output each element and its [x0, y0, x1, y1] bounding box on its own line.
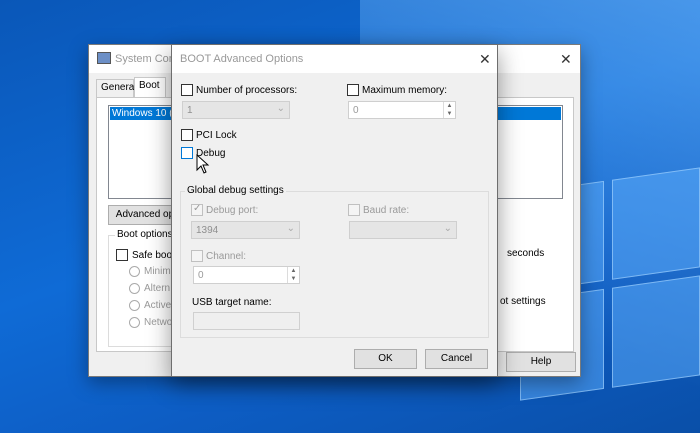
- radio-active-directory[interactable]: [129, 300, 140, 311]
- debug-port-value: 1394: [196, 225, 219, 236]
- number-of-processors-value: 1: [187, 105, 193, 116]
- tab-general[interactable]: General: [96, 79, 137, 97]
- timeout-seconds-label: seconds: [507, 248, 545, 259]
- cancel-button[interactable]: Cancel: [425, 349, 488, 369]
- spin-down-icon[interactable]: ▼: [444, 110, 455, 118]
- spin-up-icon[interactable]: ▲: [444, 102, 455, 110]
- global-debug-settings-label: Global debug settings: [185, 185, 286, 196]
- baud-rate-label: Baud rate:: [363, 205, 410, 216]
- ok-button[interactable]: OK: [354, 349, 417, 369]
- channel-stepper[interactable]: 0 ▲ ▼: [193, 266, 300, 284]
- channel-value: 0: [198, 270, 204, 281]
- safe-boot-label: Safe boo: [132, 250, 173, 261]
- channel-checkbox[interactable]: [191, 250, 203, 262]
- dialog-close-icon[interactable]: ✕: [479, 51, 491, 68]
- channel-spin-buttons: ▲ ▼: [287, 267, 299, 283]
- maximum-memory-spin-buttons: ▲ ▼: [443, 102, 455, 118]
- debug-port-combo[interactable]: 1394 ⌄: [191, 221, 300, 239]
- boot-advanced-options-dialog: BOOT Advanced Options ✕ Number of proces…: [171, 44, 498, 377]
- usb-target-name-input[interactable]: [193, 312, 300, 330]
- baud-rate-combo[interactable]: ⌄: [349, 221, 457, 239]
- spin-down-icon[interactable]: ▼: [288, 275, 299, 283]
- maximum-memory-label: Maximum memory:: [362, 85, 448, 96]
- boot-options-label: Boot options: [115, 229, 175, 240]
- safe-boot-checkbox[interactable]: [116, 249, 128, 261]
- radio-active-directory-label: Active: [144, 300, 172, 311]
- radio-minimal[interactable]: [129, 266, 140, 277]
- spin-up-icon[interactable]: ▲: [288, 267, 299, 275]
- syscfg-title: System Conf: [115, 53, 178, 65]
- make-boot-settings-label: ot settings: [500, 296, 546, 307]
- tab-boot[interactable]: Boot: [134, 77, 166, 97]
- maximum-memory-stepper[interactable]: 0 ▲ ▼: [348, 101, 456, 119]
- radio-alternate-shell[interactable]: [129, 283, 140, 294]
- help-button[interactable]: Help: [506, 352, 576, 372]
- radio-network-label: Netwo: [144, 317, 173, 328]
- debug-port-checkbox[interactable]: [191, 203, 203, 216]
- radio-alternate-shell-label: Altern: [144, 283, 171, 294]
- number-of-processors-combo[interactable]: 1 ⌄: [182, 101, 290, 119]
- number-of-processors-checkbox[interactable]: [181, 84, 193, 96]
- pci-lock-checkbox[interactable]: [181, 129, 193, 141]
- maximum-memory-checkbox[interactable]: [347, 84, 359, 96]
- chevron-down-icon: ⌄: [443, 223, 452, 234]
- dialog-title: BOOT Advanced Options: [180, 53, 304, 65]
- system-config-app-icon: [97, 52, 111, 64]
- dialog-titlebar[interactable]: BOOT Advanced Options ✕: [172, 45, 497, 73]
- debug-port-label: Debug port:: [206, 205, 259, 216]
- channel-label: Channel:: [206, 251, 247, 262]
- chevron-down-icon: ⌄: [286, 223, 295, 234]
- number-of-processors-label: Number of processors:: [196, 85, 298, 96]
- usb-target-name-label: USB target name:: [192, 297, 272, 308]
- maximum-memory-value: 0: [353, 105, 359, 116]
- debug-checkbox[interactable]: [181, 147, 193, 159]
- baud-rate-checkbox[interactable]: [348, 204, 360, 216]
- chevron-down-icon: ⌄: [276, 103, 285, 114]
- pci-lock-label: PCI Lock: [196, 130, 237, 141]
- radio-network[interactable]: [129, 317, 140, 328]
- mouse-pointer-icon: [196, 154, 210, 174]
- syscfg-close-icon[interactable]: ✕: [560, 51, 572, 68]
